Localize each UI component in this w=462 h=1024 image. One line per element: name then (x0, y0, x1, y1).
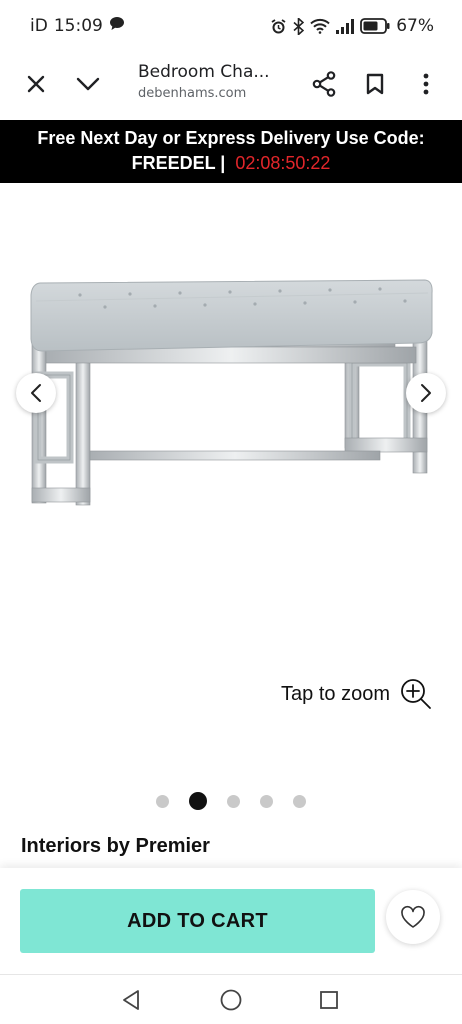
previous-image-button[interactable] (16, 373, 56, 413)
cart-bar: ADD TO CART (0, 868, 462, 974)
carousel-dot[interactable] (227, 794, 240, 808)
home-nav-button[interactable] (218, 987, 244, 1013)
bookmark-button[interactable] (355, 64, 395, 104)
bookmark-icon (366, 73, 384, 95)
alarm-icon (270, 18, 287, 35)
chevron-down-icon (76, 77, 100, 91)
zoom-in-icon (401, 679, 431, 709)
carousel-dot[interactable] (156, 794, 169, 808)
promo-code-line: FREEDEL | 02:08:50:22 (0, 151, 462, 176)
minimize-button[interactable] (68, 64, 108, 104)
heart-icon (401, 905, 425, 928)
share-button[interactable] (304, 64, 344, 104)
battery-icon (360, 18, 390, 34)
zoom-label: Tap to zoom (281, 682, 390, 705)
status-left: iD 15:09 (30, 16, 125, 36)
close-button[interactable] (16, 64, 56, 104)
carousel-dot[interactable] (293, 794, 306, 808)
system-navigation-bar (0, 974, 462, 1024)
signal-icon (336, 18, 355, 34)
wifi-icon (310, 18, 330, 34)
product-gallery[interactable]: Tap to zoom (0, 183, 462, 743)
page-title-block[interactable]: Bedroom Cha... debenhams.com (138, 62, 298, 101)
promo-text: Free Next Day or Express Delivery Use Co… (37, 128, 425, 148)
product-brand[interactable]: Interiors by Premier (21, 835, 210, 858)
back-nav-button[interactable] (118, 987, 144, 1013)
status-bar: iD 15:09 67% (0, 0, 462, 52)
add-to-cart-button[interactable]: ADD TO CART (20, 889, 375, 953)
home-circle-icon (220, 989, 242, 1011)
chat-bubble-icon (109, 16, 125, 36)
wishlist-button[interactable] (386, 890, 440, 944)
clock: 15:09 (53, 16, 103, 36)
carousel-dot[interactable] (260, 794, 273, 808)
more-vert-icon (423, 73, 429, 95)
chevron-left-icon (31, 384, 41, 402)
countdown-timer: 02:08:50:22 (235, 153, 331, 173)
carousel-dot-active[interactable] (189, 792, 207, 810)
carrier-label: iD (30, 16, 48, 36)
chevron-right-icon (421, 384, 431, 402)
browser-toolbar: Bedroom Cha... debenhams.com (0, 52, 462, 120)
page-domain: debenhams.com (138, 86, 247, 101)
more-options-button[interactable] (406, 64, 446, 104)
recents-square-icon (320, 991, 338, 1009)
tap-to-zoom[interactable]: Tap to zoom (281, 678, 432, 710)
next-image-button[interactable] (406, 373, 446, 413)
bluetooth-icon (293, 17, 305, 35)
carousel-indicator (0, 792, 462, 810)
back-triangle-icon (123, 990, 139, 1010)
share-icon (312, 71, 336, 97)
close-icon (27, 75, 45, 93)
status-right: 67% (270, 16, 434, 36)
battery-percent: 67% (396, 16, 434, 36)
page-title: Bedroom Cha... (138, 62, 270, 82)
promo-code: FREEDEL | (131, 153, 226, 173)
product-image (30, 279, 433, 506)
promo-banner[interactable]: Free Next Day or Express Delivery Use Co… (0, 120, 462, 183)
recents-nav-button[interactable] (316, 987, 342, 1013)
